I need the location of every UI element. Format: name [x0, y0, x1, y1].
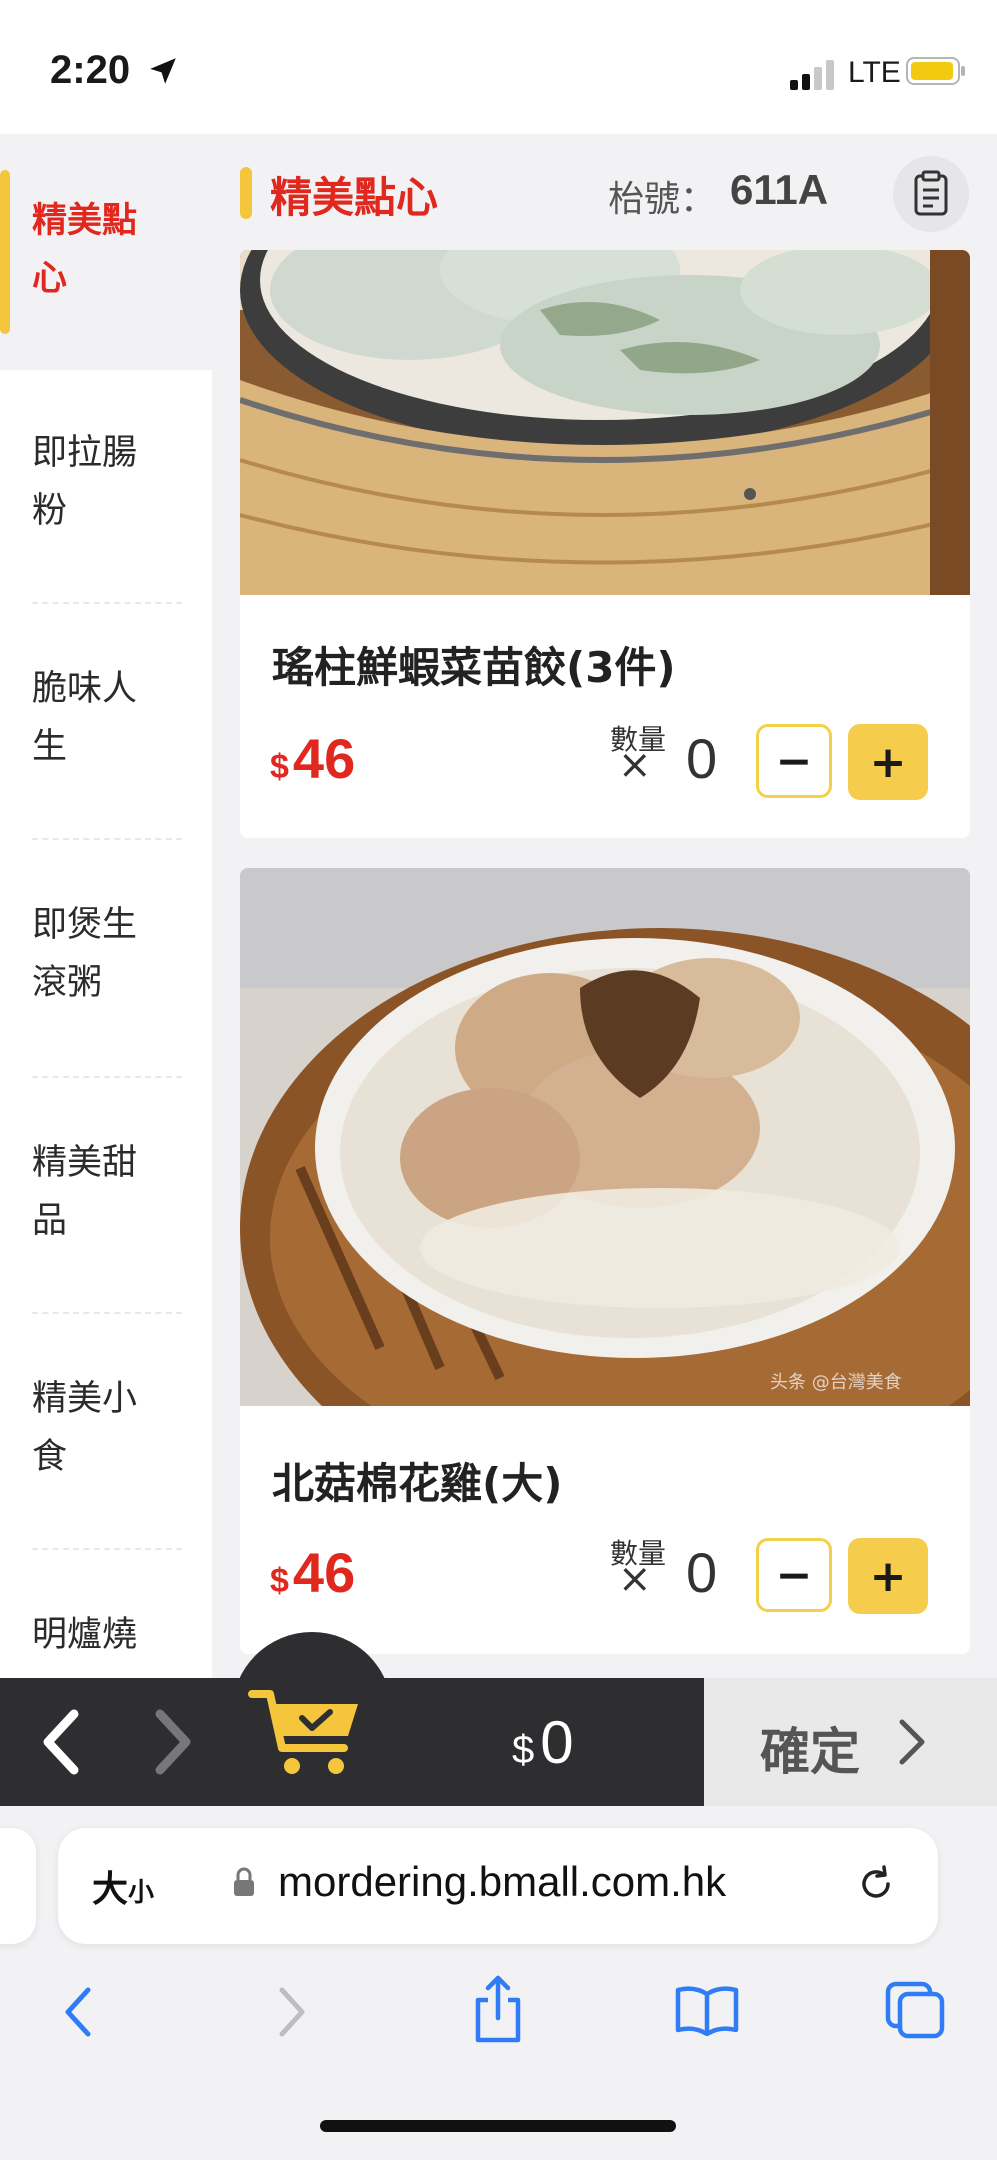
sidebar-item-dessert[interactable]: 精美甜品	[0, 1134, 212, 1284]
sidebar-item-dim-sum[interactable]: 精美點心	[0, 134, 212, 370]
divider	[32, 1312, 182, 1314]
product-name: 北菇棉花雞(大)	[272, 1459, 563, 1508]
product-name: 瑤柱鮮蝦菜苗餃(3件)	[272, 643, 676, 692]
chevron-right-icon[interactable]	[150, 1706, 196, 1778]
category-title: 精美點心	[270, 173, 439, 222]
home-indicator	[320, 2120, 676, 2132]
minus-icon: −	[775, 1549, 813, 1601]
price-value: 46	[292, 1541, 356, 1604]
status-time: 2:20	[50, 48, 131, 92]
divider	[32, 838, 182, 840]
sidebar-item-label: 明爐燒	[32, 1615, 138, 1655]
share-icon[interactable]	[470, 1974, 526, 2044]
battery-icon	[906, 57, 965, 85]
network-type: LTE	[848, 56, 901, 89]
cart-total-value: 0	[540, 1709, 574, 1776]
table-label: 枱號：	[608, 179, 717, 220]
text-size-small: 小	[128, 1878, 155, 1908]
svg-text:头条 @台灣美食: 头条 @台灣美食	[770, 1372, 902, 1393]
tabs-icon[interactable]	[884, 1980, 946, 2040]
price-currency: $	[270, 748, 289, 786]
order-list-button[interactable]	[893, 156, 969, 232]
product-price: $46	[270, 726, 355, 791]
reload-icon[interactable]	[854, 1862, 898, 1906]
divider	[32, 1548, 182, 1550]
sidebar-item-label: 即煲生滾粥	[32, 905, 138, 1003]
location-arrow-icon	[150, 58, 176, 84]
table-number: 611A	[730, 166, 829, 213]
product-card: 瑤柱鮮蝦菜苗餃(3件) $46 數量 × 0 − +	[240, 250, 970, 838]
previous-tab-preview[interactable]	[0, 1828, 36, 1944]
quantity-multiply: ×	[618, 742, 652, 788]
url-text[interactable]: mordering.bmall.com.hk	[278, 1858, 726, 1906]
active-indicator	[0, 170, 10, 334]
sidebar-item-roast[interactable]: 明爐燒	[0, 1606, 212, 1679]
sidebar-item-label: 精美小食	[32, 1379, 138, 1477]
chevron-left-icon[interactable]	[58, 1984, 98, 2040]
confirm-label: 確定	[760, 1723, 860, 1781]
sidebar-item-rice-roll[interactable]: 即拉腸粉	[0, 424, 212, 574]
signal-icon	[790, 60, 834, 90]
product-image	[240, 250, 970, 595]
minus-icon: −	[775, 735, 813, 787]
clipboard-icon	[914, 170, 948, 216]
price-value: 46	[292, 727, 356, 790]
chevron-right-icon	[899, 1719, 925, 1765]
quantity-multiply: ×	[618, 1556, 652, 1602]
decrease-quantity-button[interactable]: −	[756, 1538, 832, 1612]
increase-quantity-button[interactable]: +	[848, 1538, 928, 1614]
quantity-value: 0	[686, 1541, 718, 1604]
sidebar-item-congee[interactable]: 即煲生滾粥	[0, 896, 212, 1046]
category-sidebar: 精美點心 即拉腸粉 脆味人生 即煲生滾粥 精美甜品 精美小食 明爐燒	[0, 134, 212, 1679]
confirm-button[interactable]: 確定	[704, 1678, 997, 1806]
product-image: 头条 @台灣美食	[240, 868, 970, 1406]
title-accent-bar	[240, 167, 252, 219]
cart-total: $0	[512, 1708, 574, 1777]
product-price: $46	[270, 1540, 355, 1605]
sidebar-item-label: 精美甜品	[32, 1143, 138, 1241]
shopping-cart-icon	[248, 1690, 358, 1774]
sidebar-item-label: 脆味人生	[32, 669, 138, 767]
plus-icon: +	[869, 736, 907, 788]
increase-quantity-button[interactable]: +	[848, 724, 928, 800]
chevron-right-icon[interactable]	[272, 1984, 312, 2040]
chevron-left-icon[interactable]	[38, 1706, 84, 1778]
text-size-button[interactable]: 大小	[92, 1860, 154, 1912]
plus-icon: +	[869, 1550, 907, 1602]
quantity-value: 0	[686, 727, 718, 790]
price-currency: $	[270, 1562, 289, 1600]
book-icon[interactable]	[674, 1984, 740, 2036]
lock-icon	[234, 1867, 254, 1896]
status-bar: 2:20 LTE	[0, 0, 997, 134]
divider	[32, 602, 182, 604]
divider	[32, 1076, 182, 1078]
sidebar-item-snacks[interactable]: 精美小食	[0, 1370, 212, 1520]
cart-currency: $	[512, 1728, 535, 1772]
text-size-large: 大	[92, 1869, 129, 1910]
sidebar-item-label: 即拉腸粉	[32, 433, 138, 531]
sidebar-item-crispy[interactable]: 脆味人生	[0, 660, 212, 810]
sidebar-item-label: 精美點心	[32, 201, 138, 299]
decrease-quantity-button[interactable]: −	[756, 724, 832, 798]
product-card: 头条 @台灣美食 北菇棉花雞(大) $46 數量 × 0 − +	[240, 868, 970, 1654]
